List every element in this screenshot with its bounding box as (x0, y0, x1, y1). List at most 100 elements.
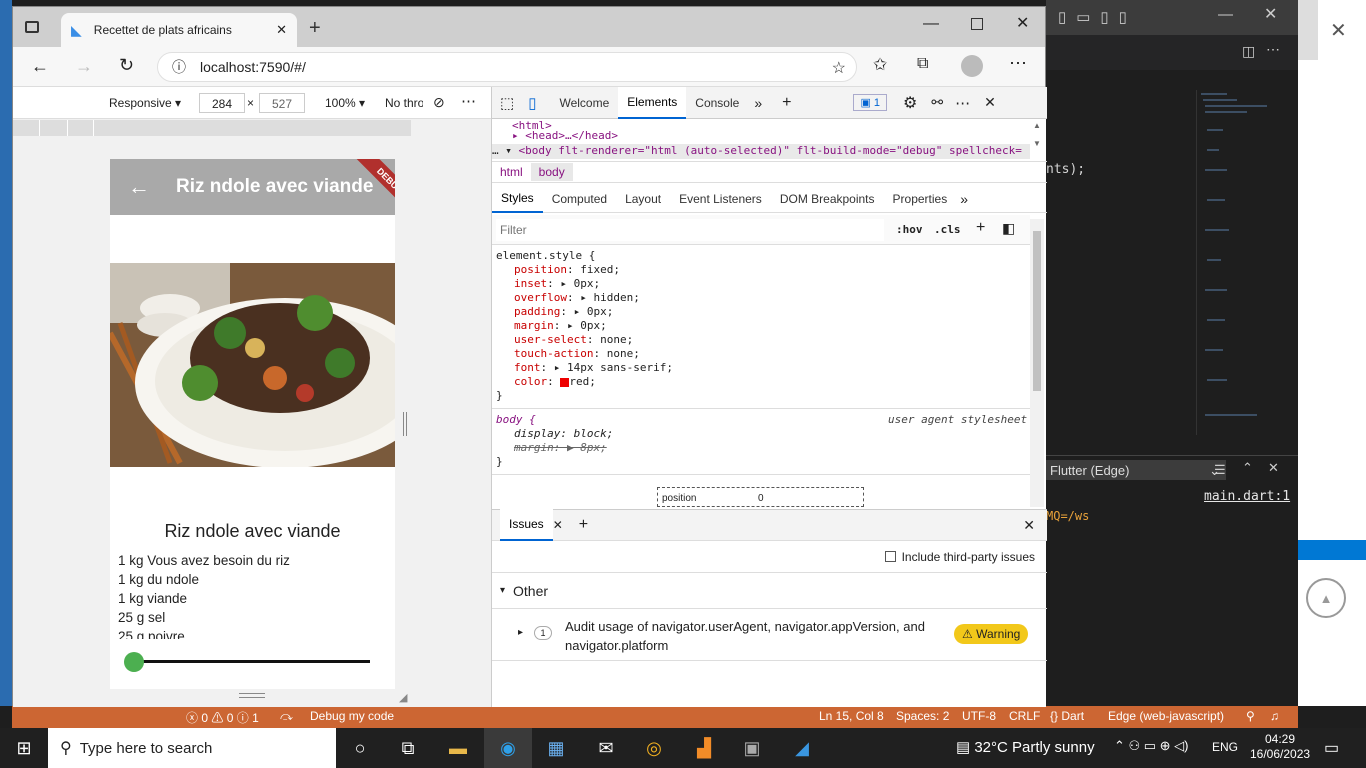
dom-body-line[interactable]: … ▾ <body flt-renderer="html (auto-selec… (492, 144, 1030, 159)
device-status[interactable]: Edge (web-javascript) (1108, 709, 1224, 723)
cortana-icon[interactable]: ○ (336, 728, 384, 768)
store-icon[interactable]: ▦ (532, 728, 580, 768)
taskbar-search[interactable]: ⚲ Type here to search (48, 728, 336, 768)
feedback-icon[interactable]: ⚲ (1246, 709, 1255, 723)
cursor-position[interactable]: Ln 15, Col 8 (819, 709, 884, 723)
tab-computed[interactable]: Computed (543, 185, 616, 213)
minimize-icon[interactable]: — (1218, 6, 1233, 23)
style-decl[interactable]: color: red; (514, 375, 596, 389)
eol-status[interactable]: CRLF (1009, 709, 1040, 723)
terminal-select[interactable]: Flutter (Edge) ⌄ (1046, 460, 1226, 480)
tab-styles[interactable]: Styles (492, 184, 543, 213)
file-explorer-icon[interactable]: ▬ (434, 728, 482, 768)
style-decl[interactable]: padding: ▸ 0px; (514, 305, 613, 319)
clock[interactable]: 04:29 16/06/2023 (1250, 732, 1310, 762)
style-decl[interactable]: inset: ▸ 0px; (514, 277, 600, 291)
sublime-icon[interactable]: ▟ (680, 728, 728, 768)
style-decl[interactable]: touch-action: none; (514, 347, 640, 361)
task-view-icon[interactable]: ⧉ (384, 728, 432, 768)
resize-handle-bottom[interactable] (239, 693, 265, 698)
tab-layout[interactable]: Layout (616, 185, 670, 213)
tab-elements[interactable]: Elements (618, 86, 687, 119)
add-tab-icon[interactable]: + (782, 94, 791, 112)
tab-actions-icon[interactable] (25, 21, 39, 33)
style-decl[interactable]: font: ▸ 14px sans-serif; (514, 361, 673, 375)
bell-icon[interactable]: ♫ (1270, 709, 1279, 723)
dom-head-line[interactable]: ▸ <head>…</head> (512, 129, 618, 143)
style-decl[interactable]: user-select: none; (514, 333, 633, 347)
chrome-icon[interactable]: ◎ (630, 728, 678, 768)
source-link[interactable]: main.dart:1 (1204, 489, 1290, 504)
close-panel-icon[interactable]: ✕ (1268, 460, 1279, 476)
back-icon[interactable]: ← (31, 56, 49, 77)
slider-track[interactable] (134, 660, 370, 663)
more-options-icon[interactable]: ⋯ (461, 92, 476, 110)
close-issues-icon[interactable]: ✕ (553, 518, 563, 532)
mail-icon[interactable]: ✉ (582, 728, 630, 768)
style-decl[interactable]: margin: ▸ 0px; (514, 319, 607, 333)
edge-icon[interactable]: ◉ (484, 728, 532, 768)
issues-counter[interactable]: ▣ 1 (853, 94, 888, 111)
crumb-html[interactable]: html (492, 165, 531, 179)
clear-terminal-icon[interactable]: ☰ (1214, 462, 1226, 478)
tray-icons[interactable]: ⌃ ⚇ ▭ ⊕ ◁) (1114, 738, 1189, 754)
device-toolbar-icon[interactable]: ▯ (528, 94, 536, 112)
minimize-icon[interactable]: — (923, 15, 939, 33)
slider-thumb[interactable] (124, 652, 144, 672)
photos-icon[interactable]: ▣ (728, 728, 776, 768)
weather-widget[interactable]: ▤ 32°C Partly sunny (956, 738, 1095, 756)
width-input[interactable]: 284 (199, 93, 245, 113)
box-model[interactable]: position 0 (657, 487, 864, 507)
vscode-icon[interactable]: ◢ (778, 728, 826, 768)
styles-scrollbar[interactable] (1030, 219, 1044, 507)
new-rule-icon[interactable]: + (976, 219, 985, 237)
notifications-icon[interactable]: ▭ (1324, 738, 1339, 758)
scroll-up-icon[interactable]: ▲ (1306, 578, 1346, 618)
windows-start-icon[interactable]: ⊞ (0, 728, 48, 768)
close-window-icon[interactable]: ✕ (1016, 13, 1029, 33)
add-drawer-tab-icon[interactable]: + (579, 516, 588, 534)
cls-toggle[interactable]: .cls (934, 223, 961, 236)
crumb-body[interactable]: body (530, 163, 573, 181)
close-icon[interactable]: ✕ (1264, 4, 1277, 24)
tab-properties[interactable]: Properties (884, 185, 957, 213)
favorites-icon[interactable]: ✩ (873, 55, 887, 75)
settings-gear-icon[interactable]: ⚙ (903, 93, 917, 113)
debug-status[interactable]: Debug my code (310, 709, 394, 723)
styles-filter-input[interactable] (496, 219, 884, 241)
device-select[interactable]: Responsive ▾ (109, 96, 181, 110)
collections-icon[interactable]: ⧉ (917, 55, 928, 73)
layout-icons[interactable]: ▯▭▯▯ (1058, 8, 1137, 26)
third-party-checkbox[interactable] (884, 551, 896, 562)
hov-toggle[interactable]: :hov (896, 223, 923, 236)
height-input[interactable]: 527 (259, 93, 305, 113)
favorite-add-icon[interactable]: ☆ (832, 58, 846, 78)
maximize-icon[interactable] (971, 18, 983, 30)
style-decl[interactable]: position: fixed; (514, 263, 620, 277)
encoding-status[interactable]: UTF-8 (962, 709, 996, 723)
info-icon[interactable]: ⓘ (172, 57, 186, 77)
new-tab-icon[interactable]: + (309, 17, 321, 40)
dom-scrollbar[interactable]: ▲ ▼ (1030, 121, 1044, 161)
customize-icon[interactable]: ⚯ (931, 94, 943, 111)
throttle-select[interactable]: No thro (385, 96, 423, 110)
tab-issues[interactable]: Issues (500, 509, 553, 541)
resize-handle-right[interactable] (403, 412, 407, 436)
refresh-icon[interactable]: ↻ (119, 55, 134, 76)
close-tab-icon[interactable]: ✕ (276, 22, 287, 38)
close-icon[interactable]: ✕ (1330, 18, 1347, 43)
resize-corner-icon[interactable]: ◢ (399, 691, 407, 704)
more-tabs-icon[interactable]: » (754, 95, 762, 111)
tab-welcome[interactable]: Welcome (550, 87, 618, 119)
search-bar[interactable] (1298, 540, 1366, 560)
issue-group[interactable]: ▾ Other (492, 573, 1047, 609)
back-arrow-icon[interactable]: ← (128, 174, 150, 200)
maximize-panel-icon[interactable]: ⌃ (1242, 460, 1253, 476)
problems-status[interactable]: ⓧ 0 ⚠ 0 ⓘ 1 (186, 709, 259, 726)
inspect-icon[interactable]: ⬚ (500, 94, 514, 112)
language-status[interactable]: {} Dart (1050, 709, 1084, 723)
close-devtools-icon[interactable]: ✕ (984, 94, 996, 111)
issue-row[interactable]: ▸ 1 Audit usage of navigator.userAgent, … (492, 609, 1047, 661)
tab-console[interactable]: Console (686, 87, 748, 119)
address-bar[interactable]: ⓘ localhost:7590/#/ ☆ (157, 52, 857, 82)
